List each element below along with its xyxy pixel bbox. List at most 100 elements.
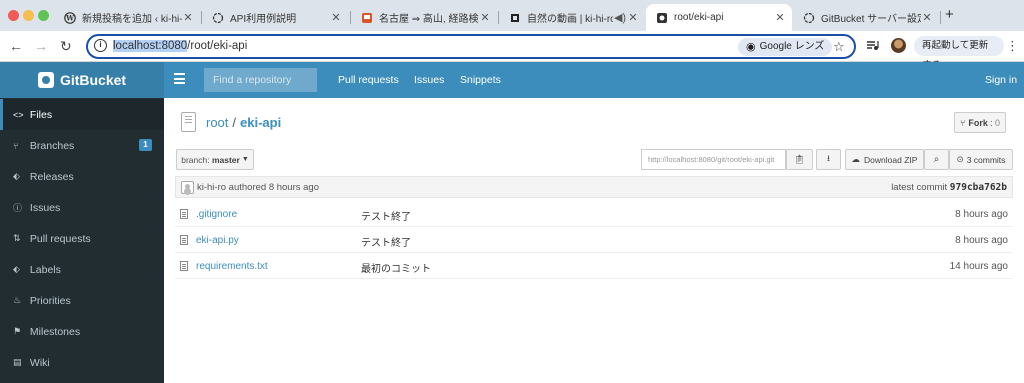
file-row: .gitignore テスト終了 8 hours ago	[175, 201, 1013, 227]
sidebar-item-labels[interactable]: ⬖ Labels	[0, 254, 164, 285]
copy-clipboard-button[interactable]: 📋︎	[786, 149, 813, 170]
tab-title: GitBucket サーバー設定	[821, 14, 921, 25]
gitbucket-header: GitBucket Pull requests Issues Snippets …	[0, 62, 1024, 98]
sidebar-item-files[interactable]: <> Files	[0, 99, 164, 130]
tab-title: 名古屋 ⇒ 高山, 経路検索|	[379, 14, 479, 25]
author-link[interactable]: ki-hi-ro	[197, 182, 226, 193]
branch-count-badge: 1	[139, 139, 152, 151]
download-zip-button[interactable]: ☁ Download ZIP	[845, 149, 924, 170]
caret-down-icon: ▼	[241, 156, 249, 163]
download-repo-button[interactable]: ⭳	[816, 149, 841, 170]
fork-button[interactable]: ⑂ Fork: 0	[954, 112, 1006, 133]
speaker-icon[interactable]: ◀)	[613, 11, 627, 24]
browser-tab[interactable]: W 新規投稿を追加 ‹ ki-hi-ro ✕	[54, 4, 200, 31]
profile-avatar[interactable]	[891, 38, 906, 53]
nav-pull-requests[interactable]: Pull requests	[338, 74, 399, 86]
repo-owner-link[interactable]: root	[206, 115, 228, 130]
file-name-link[interactable]: .gitignore	[196, 209, 237, 220]
sidebar-item-milestones[interactable]: ⚑ Milestones	[0, 316, 164, 347]
file-row: eki-api.py テスト終了 8 hours ago	[175, 227, 1013, 253]
lens-icon: ◉	[746, 41, 756, 53]
branch-selector[interactable]: branch: master ▼	[176, 149, 254, 170]
fork-icon: ⑂	[960, 117, 966, 128]
media-control-icon[interactable]	[866, 39, 879, 55]
github-icon	[509, 12, 521, 24]
file-age: 14 hours ago	[949, 261, 1008, 272]
nav-snippets[interactable]: Snippets	[460, 74, 501, 86]
address-url[interactable]: localhost:8080/root/eki-api	[113, 40, 247, 52]
file-icon	[180, 261, 188, 271]
file-icon	[180, 235, 188, 245]
close-icon[interactable]: ✕	[330, 11, 342, 24]
fork-count: 0	[994, 117, 1000, 128]
commits-button[interactable]: ⊙ 3 commits	[949, 149, 1013, 170]
browser-tab-active[interactable]: root/eki-api ✕	[646, 4, 792, 31]
file-age: 8 hours ago	[955, 235, 1008, 246]
menu-kebab-icon[interactable]: ⋮	[1006, 38, 1019, 54]
search-icon: ⌕	[933, 154, 940, 165]
sidebar-toggle-icon[interactable]	[174, 73, 185, 87]
file-commit-message[interactable]: テスト終了	[361, 234, 411, 249]
address-bar[interactable]: i localhost:8080/root/eki-api ◉ Google レ…	[86, 34, 856, 59]
clone-url-field[interactable]: http://localhost:8080/git/root/eki-api.g…	[641, 149, 786, 170]
browser-tab[interactable]: API利用例説明 ✕	[202, 4, 348, 31]
issue-icon: ⓘ	[13, 203, 23, 213]
branch-icon: ⑂	[13, 140, 19, 151]
maximize-window-button[interactable]	[38, 10, 49, 21]
file-name-link[interactable]: eki-api.py	[196, 235, 239, 246]
sidebar-item-releases[interactable]: ⬖ Releases	[0, 161, 164, 192]
reload-icon[interactable]: ↻	[60, 37, 72, 55]
tab-title: 自然の動画 | ki-hi-ro.n	[527, 14, 613, 25]
new-tab-button[interactable]: +	[945, 6, 954, 23]
bookmark-star-icon[interactable]: ☆	[833, 39, 845, 55]
clipboard-icon: 📋︎	[794, 154, 805, 164]
file-commit-message[interactable]: 最初のコミット	[361, 260, 431, 275]
file-name-link[interactable]: requirements.txt	[196, 261, 268, 272]
train-icon	[361, 12, 373, 24]
site-info-icon[interactable]: i	[94, 39, 107, 52]
close-icon[interactable]: ✕	[627, 11, 639, 24]
minimize-window-button[interactable]	[23, 10, 34, 21]
repo-name-link[interactable]: eki-api	[240, 115, 281, 130]
close-window-button[interactable]	[8, 10, 19, 21]
google-lens-button[interactable]: ◉ Google レンズ	[738, 38, 833, 56]
sidebar-item-pull-requests[interactable]: ⇅ Pull requests	[0, 223, 164, 254]
gitbucket-icon	[656, 12, 668, 24]
search-code-button[interactable]: ⌕	[924, 149, 949, 170]
commit-icon: ⊙	[956, 154, 964, 164]
sign-in-link[interactable]: Sign in	[985, 74, 1017, 86]
svg-text:W: W	[65, 13, 74, 22]
openai-icon	[803, 12, 815, 24]
close-icon[interactable]: ✕	[921, 11, 933, 24]
nav-issues[interactable]: Issues	[414, 74, 444, 86]
file-row: requirements.txt 最初のコミット 14 hours ago	[175, 253, 1013, 279]
sidebar-item-branches[interactable]: ⑂ Branches 1	[0, 130, 164, 161]
sidebar-item-priorities[interactable]: ♨ Priorities	[0, 285, 164, 316]
avatar	[181, 181, 194, 194]
relaunch-update-button[interactable]: 再起動して更新する	[914, 36, 1004, 71]
close-icon[interactable]: ✕	[182, 11, 194, 24]
sidebar-item-wiki[interactable]: ▤ Wiki	[0, 347, 164, 378]
pull-request-icon: ⇅	[13, 233, 21, 243]
browser-tab[interactable]: GitBucket サーバー設定 ✕	[793, 4, 939, 31]
back-arrow-icon[interactable]: ←	[9, 37, 23, 55]
file-age: 8 hours ago	[955, 209, 1008, 220]
tag-icon: ⬖	[13, 171, 20, 181]
file-commit-message[interactable]: テスト終了	[361, 208, 411, 223]
flame-icon: ♨	[13, 295, 22, 305]
sidebar-item-issues[interactable]: ⓘ Issues	[0, 192, 164, 223]
repo-icon	[181, 112, 196, 132]
forward-arrow-icon[interactable]: →	[34, 37, 48, 55]
browser-tab[interactable]: 自然の動画 | ki-hi-ro.n ◀) ✕	[499, 4, 645, 31]
close-icon[interactable]: ✕	[479, 11, 491, 24]
repo-separator: /	[232, 114, 237, 130]
repository-search-input[interactable]	[204, 68, 317, 92]
repo-title: root / eki-api	[181, 112, 281, 132]
cloud-download-icon: ☁	[851, 154, 861, 164]
gitbucket-logo-link[interactable]: GitBucket	[0, 62, 164, 98]
download-icon: ⭳	[827, 152, 830, 163]
browser-tab[interactable]: 名古屋 ⇒ 高山, 経路検索| ✕	[351, 4, 497, 31]
commit-hash-link[interactable]: 979cba762b	[950, 182, 1007, 193]
file-icon	[180, 209, 188, 219]
close-icon[interactable]: ✕	[774, 11, 786, 24]
